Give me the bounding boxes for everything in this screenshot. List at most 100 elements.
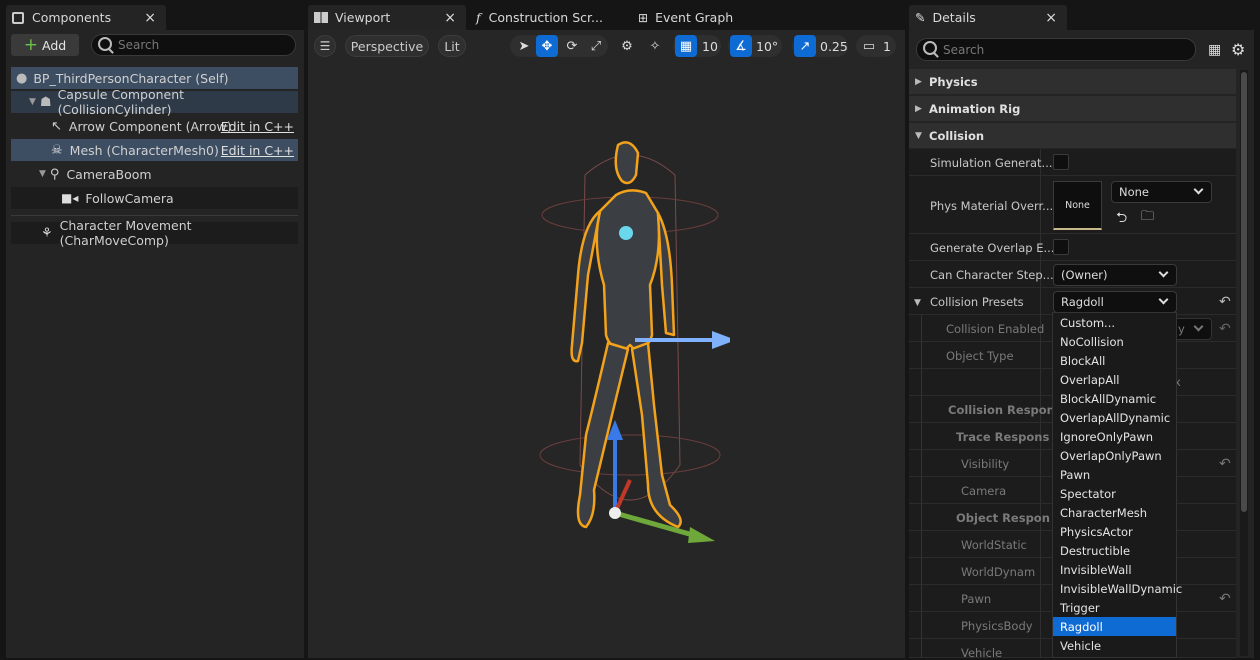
preset-option[interactable]: BlockAllDynamic (1053, 389, 1176, 408)
details-scrollbar[interactable] (1240, 70, 1248, 656)
tree-item-capsule[interactable]: ▼ ☗ Capsule Component (CollisionCylinder… (11, 87, 298, 117)
spring-arm-icon: ⚲ (49, 166, 60, 182)
reset-to-default-icon[interactable]: ↶ (1219, 591, 1231, 607)
generate-overlap-checkbox[interactable] (1053, 239, 1069, 255)
expand-arrow-icon: ▼ (39, 169, 46, 179)
chevron-down-icon (1158, 294, 1169, 305)
rotation-snap-icon[interactable]: ∡ (730, 35, 752, 57)
phys-material-thumbnail[interactable]: None (1053, 181, 1102, 230)
tab-event-graph[interactable]: ⊞ Event Graph (632, 5, 782, 30)
preset-option[interactable]: OverlapOnlyPawn (1053, 446, 1176, 465)
chevron-down-icon (1158, 267, 1169, 278)
tab-event-graph-label: Event Graph (655, 10, 734, 25)
tab-viewport[interactable]: Viewport × (308, 5, 466, 30)
category-animation-rig[interactable]: ▶ Animation Rig (909, 96, 1236, 121)
tree-item-charmove[interactable]: ⚘ Character Movement (CharMoveComp) (11, 218, 298, 248)
preset-option[interactable]: Trigger (1053, 598, 1176, 617)
character-icon: ● (16, 70, 28, 86)
world-local-icon[interactable]: ⚙ (616, 35, 638, 57)
property-label: Object Type (946, 349, 1014, 363)
scale-tool-icon[interactable]: ⤢ (585, 35, 607, 57)
lit-button[interactable]: Lit (438, 35, 466, 57)
tree-divider (11, 215, 298, 216)
tree-item-label: Arrow Component (Arrow) (68, 118, 232, 134)
scale-snap-icon[interactable]: ↗ (794, 35, 816, 57)
plus-icon: + (23, 34, 39, 55)
reset-to-default-icon[interactable]: ↶ (1219, 294, 1231, 310)
select-tool-icon[interactable]: ➤ (513, 35, 535, 57)
close-icon[interactable]: × (1045, 10, 1057, 26)
preset-option[interactable]: Pawn (1053, 465, 1176, 484)
table-view-icon[interactable]: ▦ (1208, 42, 1221, 58)
property-label: Simulation Generat... (930, 156, 1053, 170)
character-mesh[interactable] (530, 135, 730, 545)
add-button[interactable]: + Add (11, 34, 79, 56)
components-icon (12, 11, 24, 24)
category-physics[interactable]: ▶ Physics (909, 69, 1236, 94)
tree-item-followcamera[interactable]: ■◂ FollowCamera (11, 187, 298, 209)
tab-details-label: Details (932, 10, 976, 25)
edit-in-cpp-link[interactable]: Edit in C++ (221, 119, 294, 134)
combo-value: y (1178, 322, 1185, 336)
rotate-tool-icon[interactable]: ⟳ (561, 35, 583, 57)
search-icon (98, 37, 112, 51)
nested-indent-line (921, 315, 922, 658)
reset-to-default-icon[interactable]: ↶ (1219, 321, 1231, 337)
property-label: Vehicle (961, 646, 1003, 660)
property-label: Visibility (961, 457, 1010, 471)
translate-tool-icon[interactable]: ✥ (536, 35, 558, 57)
collision-presets-combo[interactable]: Ragdoll (1053, 291, 1177, 313)
details-search-input[interactable]: Search (916, 38, 1196, 61)
preset-option[interactable]: Custom... (1053, 313, 1176, 332)
phys-material-combo[interactable]: None (1111, 181, 1212, 203)
pencil-icon: ✎ (915, 10, 926, 25)
close-icon[interactable]: × (444, 10, 456, 26)
expand-arrow-icon: ▼ (29, 97, 36, 107)
preset-option[interactable]: IgnoreOnlyPawn (1053, 427, 1176, 446)
components-search-input[interactable]: Search (91, 34, 296, 56)
surface-snap-icon[interactable]: ✧ (644, 35, 666, 57)
reset-to-default-icon[interactable]: ↶ (1219, 456, 1231, 472)
tree-item-arrow[interactable]: ↖ Arrow Component (Arrow) Edit in C++ (11, 115, 298, 137)
perspective-button[interactable]: Perspective (345, 35, 429, 57)
tree-item-mesh[interactable]: ☠ Mesh (CharacterMesh0) Edit in C++ (11, 139, 298, 161)
combo-value: Ragdoll (1061, 295, 1104, 309)
edit-in-cpp-link[interactable]: Edit in C++ (221, 143, 294, 158)
function-icon: f (476, 10, 481, 25)
tab-details[interactable]: ✎ Details × (909, 5, 1067, 30)
preset-option[interactable]: CharacterMesh (1053, 503, 1176, 522)
camera-icon: ■◂ (61, 191, 79, 205)
preset-option[interactable]: Destructible (1053, 541, 1176, 560)
tab-construction-script[interactable]: f Construction Scr... (470, 5, 620, 30)
use-selected-asset-icon[interactable]: ⮌ (1116, 207, 1127, 231)
expanded-arrow-icon[interactable]: ▼ (914, 298, 921, 308)
preset-option[interactable]: NoCollision (1053, 332, 1176, 351)
preset-option[interactable]: Vehicle (1053, 636, 1176, 655)
browse-asset-icon[interactable]: 🗀 (1141, 207, 1154, 229)
scrollbar-thumb[interactable] (1241, 72, 1247, 512)
camera-speed-icon[interactable]: ▭ (858, 35, 880, 57)
preset-option[interactable]: InvisibleWallDynamic (1053, 579, 1182, 598)
can-character-step-combo[interactable]: (Owner) (1053, 264, 1177, 286)
category-label: Physics (929, 74, 978, 89)
property-label: WorldDynam (961, 565, 1036, 579)
grid-snap-icon[interactable]: ▦ (675, 35, 697, 57)
preset-option[interactable]: OverlapAll (1053, 370, 1176, 389)
preset-option[interactable]: InvisibleWall (1053, 560, 1176, 579)
tree-item-label: Mesh (CharacterMesh0) (69, 142, 219, 158)
camera-speed-value: 1 (883, 39, 891, 54)
close-icon[interactable]: × (144, 10, 156, 26)
capsule-icon: ☗ (39, 94, 52, 110)
preset-option[interactable]: OverlapAllDynamic (1053, 408, 1176, 427)
preset-option[interactable]: PhysicsActor (1053, 522, 1176, 541)
viewport-menu-button[interactable]: ☰ (314, 35, 336, 57)
simulation-generates-checkbox[interactable] (1053, 154, 1069, 170)
preset-option-selected[interactable]: Ragdoll (1053, 617, 1176, 636)
tree-item-cameraboom[interactable]: ▼ ⚲ CameraBoom (11, 163, 298, 185)
tree-item-self[interactable]: ● BP_ThirdPersonCharacter (Self) (11, 67, 298, 89)
preset-option[interactable]: Spectator (1053, 484, 1176, 503)
gear-icon[interactable]: ⚙ (1231, 40, 1245, 59)
preset-option[interactable]: BlockAll (1053, 351, 1176, 370)
tab-components[interactable]: Components × (6, 5, 166, 30)
category-collision[interactable]: ▼ Collision (909, 123, 1236, 148)
